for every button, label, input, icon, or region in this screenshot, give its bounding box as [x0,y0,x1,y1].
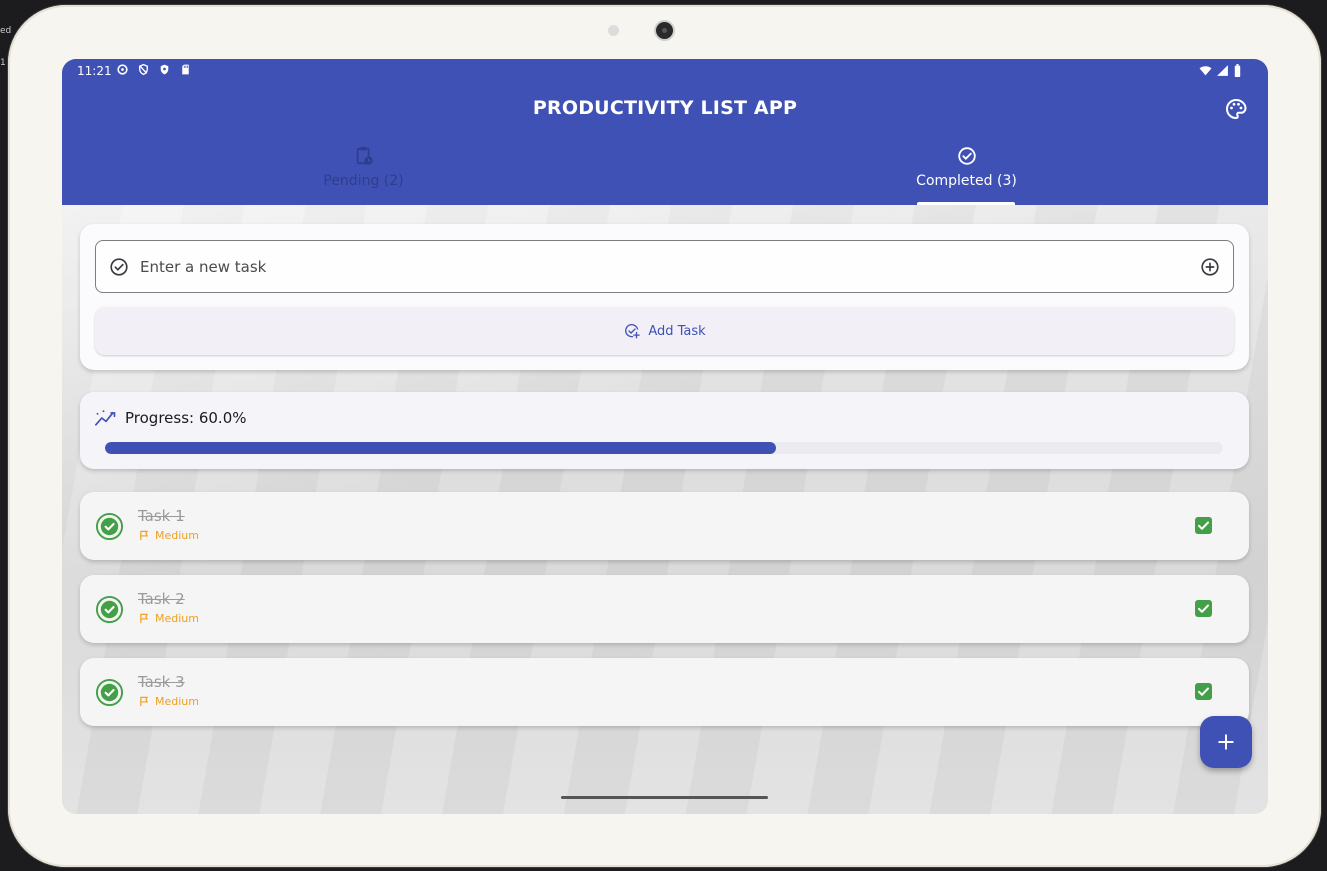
flag-icon [140,613,148,624]
checkmark-icon [1198,604,1209,613]
add-fab-button[interactable] [1200,716,1252,768]
app-screen: 11:21 PRODUCTIVITY LIST APP Pending (2) … [62,59,1268,814]
task-priority-label: Medium [155,529,199,542]
sd-card-icon [182,64,189,75]
checkmark-icon [1198,521,1209,530]
status-bar: 11:21 [62,59,1268,83]
task-card[interactable]: Task 3 Medium [80,658,1249,726]
task-check-icon [110,258,128,276]
clipboard-clock-icon [356,146,373,165]
sensor-dot [608,25,619,36]
task-checkbox[interactable] [1195,683,1212,700]
task-title: Task 3 [138,673,185,691]
gesture-nav-handle[interactable] [561,796,768,799]
task-priority: Medium [139,612,199,625]
edge-fragment-text: ed [0,26,12,36]
wifi-icon [1199,66,1212,76]
trending-up-icon [95,410,116,426]
app-bar: 11:21 PRODUCTIVITY LIST APP Pending (2) … [62,59,1268,205]
progress-bar-fill [105,442,776,454]
new-task-card: Add Task [80,224,1249,370]
shield-off-icon [139,63,148,76]
task-input[interactable] [140,241,1180,292]
add-task-icon [625,323,641,339]
settings-notification-icon [117,64,128,75]
tab-indicator [917,202,1015,205]
progress-card: Progress: 60.0% [80,392,1249,469]
task-input-field[interactable] [95,240,1234,293]
task-checkbox[interactable] [1195,517,1212,534]
task-title: Task 1 [138,507,185,525]
task-checkbox[interactable] [1195,600,1212,617]
task-title: Task 2 [138,590,185,608]
task-priority: Medium [139,529,199,542]
flag-icon [140,696,148,707]
plus-icon [1218,734,1234,750]
completed-check-icon [95,512,124,541]
flag-icon [140,530,148,541]
add-task-label: Add Task [648,323,706,339]
task-card[interactable]: Task 2 Medium [80,575,1249,643]
tab-pending-label: Pending (2) [323,173,404,189]
completed-check-icon [95,678,124,707]
checkmark-icon [1198,687,1209,696]
tab-completed[interactable]: Completed (3) [665,145,1268,205]
task-card[interactable]: Task 1 Medium [80,492,1249,560]
check-circle-icon [957,147,976,165]
edge-fragment-text-2: 1 [0,58,6,68]
status-time: 11:21 [77,64,112,78]
completed-check-icon [95,595,124,624]
cellular-signal-icon [1217,65,1228,76]
add-circle-icon[interactable] [1199,256,1221,278]
task-priority-label: Medium [155,612,199,625]
task-priority: Medium [139,695,199,708]
app-title: PRODUCTIVITY LIST APP [532,97,798,119]
front-camera [656,22,673,39]
tab-pending[interactable]: Pending (2) [62,145,665,205]
progress-bar [105,442,1223,454]
battery-icon [1234,64,1241,77]
add-task-button[interactable]: Add Task [95,307,1234,355]
palette-icon[interactable] [1224,97,1248,121]
shield-icon [160,64,169,75]
progress-label: Progress: 60.0% [125,409,247,427]
task-priority-label: Medium [155,695,199,708]
tab-completed-label: Completed (3) [916,173,1017,189]
